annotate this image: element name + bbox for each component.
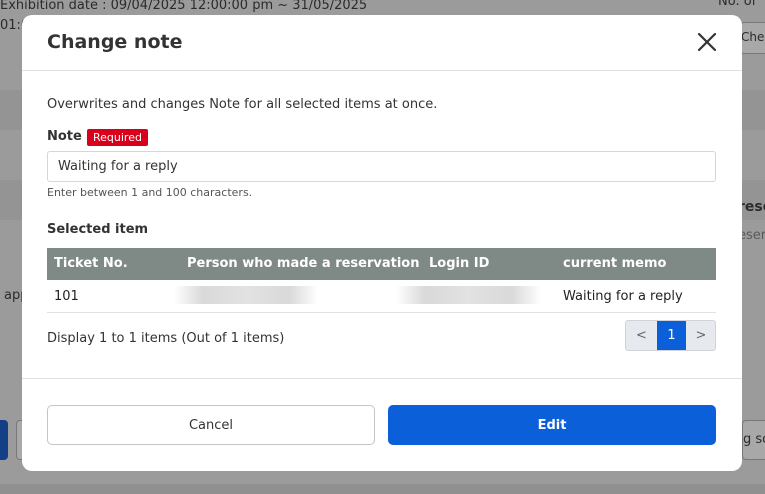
display-count-text: Display 1 to 1 items (Out of 1 items) [47, 331, 285, 346]
edit-button[interactable]: Edit [388, 405, 716, 445]
cell-ticket-no: 101 [54, 289, 79, 304]
background-heading-fragment: rese [738, 199, 765, 215]
dialog-description: Overwrites and changes Note for all sele… [47, 97, 438, 112]
background-right-button: g sc [742, 420, 765, 460]
table-header: Ticket No. Person who made a reservation… [47, 248, 716, 280]
table-row: 101 Waiting for a reply [47, 280, 716, 313]
footer-divider [22, 378, 742, 379]
dialog-title: Change note [47, 31, 183, 53]
change-note-dialog: Change note Overwrites and changes Note … [22, 15, 742, 471]
dialog-header: Change note [22, 15, 742, 71]
note-hint: Enter between 1 and 100 characters. [47, 186, 253, 199]
note-label: Note [47, 129, 82, 144]
close-icon [697, 32, 717, 52]
column-header-current-memo: current memo [563, 256, 667, 271]
background-check-button: Chec [740, 22, 765, 54]
pagination-next-button[interactable]: > [686, 321, 715, 350]
cancel-button[interactable]: Cancel [47, 405, 375, 445]
required-badge: Required [87, 129, 148, 146]
redacted-person [174, 286, 318, 304]
background-sub-fragment: eser [738, 228, 765, 243]
column-header-login-id: Login ID [429, 256, 490, 271]
column-header-person: Person who made a reservation [187, 256, 420, 271]
close-button[interactable] [694, 29, 720, 55]
pagination-page-1[interactable]: 1 [657, 321, 686, 350]
cell-current-memo: Waiting for a reply [563, 289, 683, 304]
exhibition-date-text: Exhibition date : 09/04/2025 12:00:00 pm… [0, 0, 368, 13]
background-primary-button [0, 420, 8, 460]
column-header-ticket-no: Ticket No. [54, 256, 128, 271]
right-top-fragment: No. of [718, 0, 757, 9]
selected-items-table: Ticket No. Person who made a reservation… [47, 248, 716, 313]
pagination-prev-button[interactable]: < [626, 321, 657, 350]
redacted-login-id [396, 286, 541, 304]
pagination: < 1 > [625, 320, 716, 351]
selected-item-label: Selected item [47, 222, 149, 237]
note-input[interactable] [47, 151, 716, 182]
background-band [0, 484, 765, 494]
